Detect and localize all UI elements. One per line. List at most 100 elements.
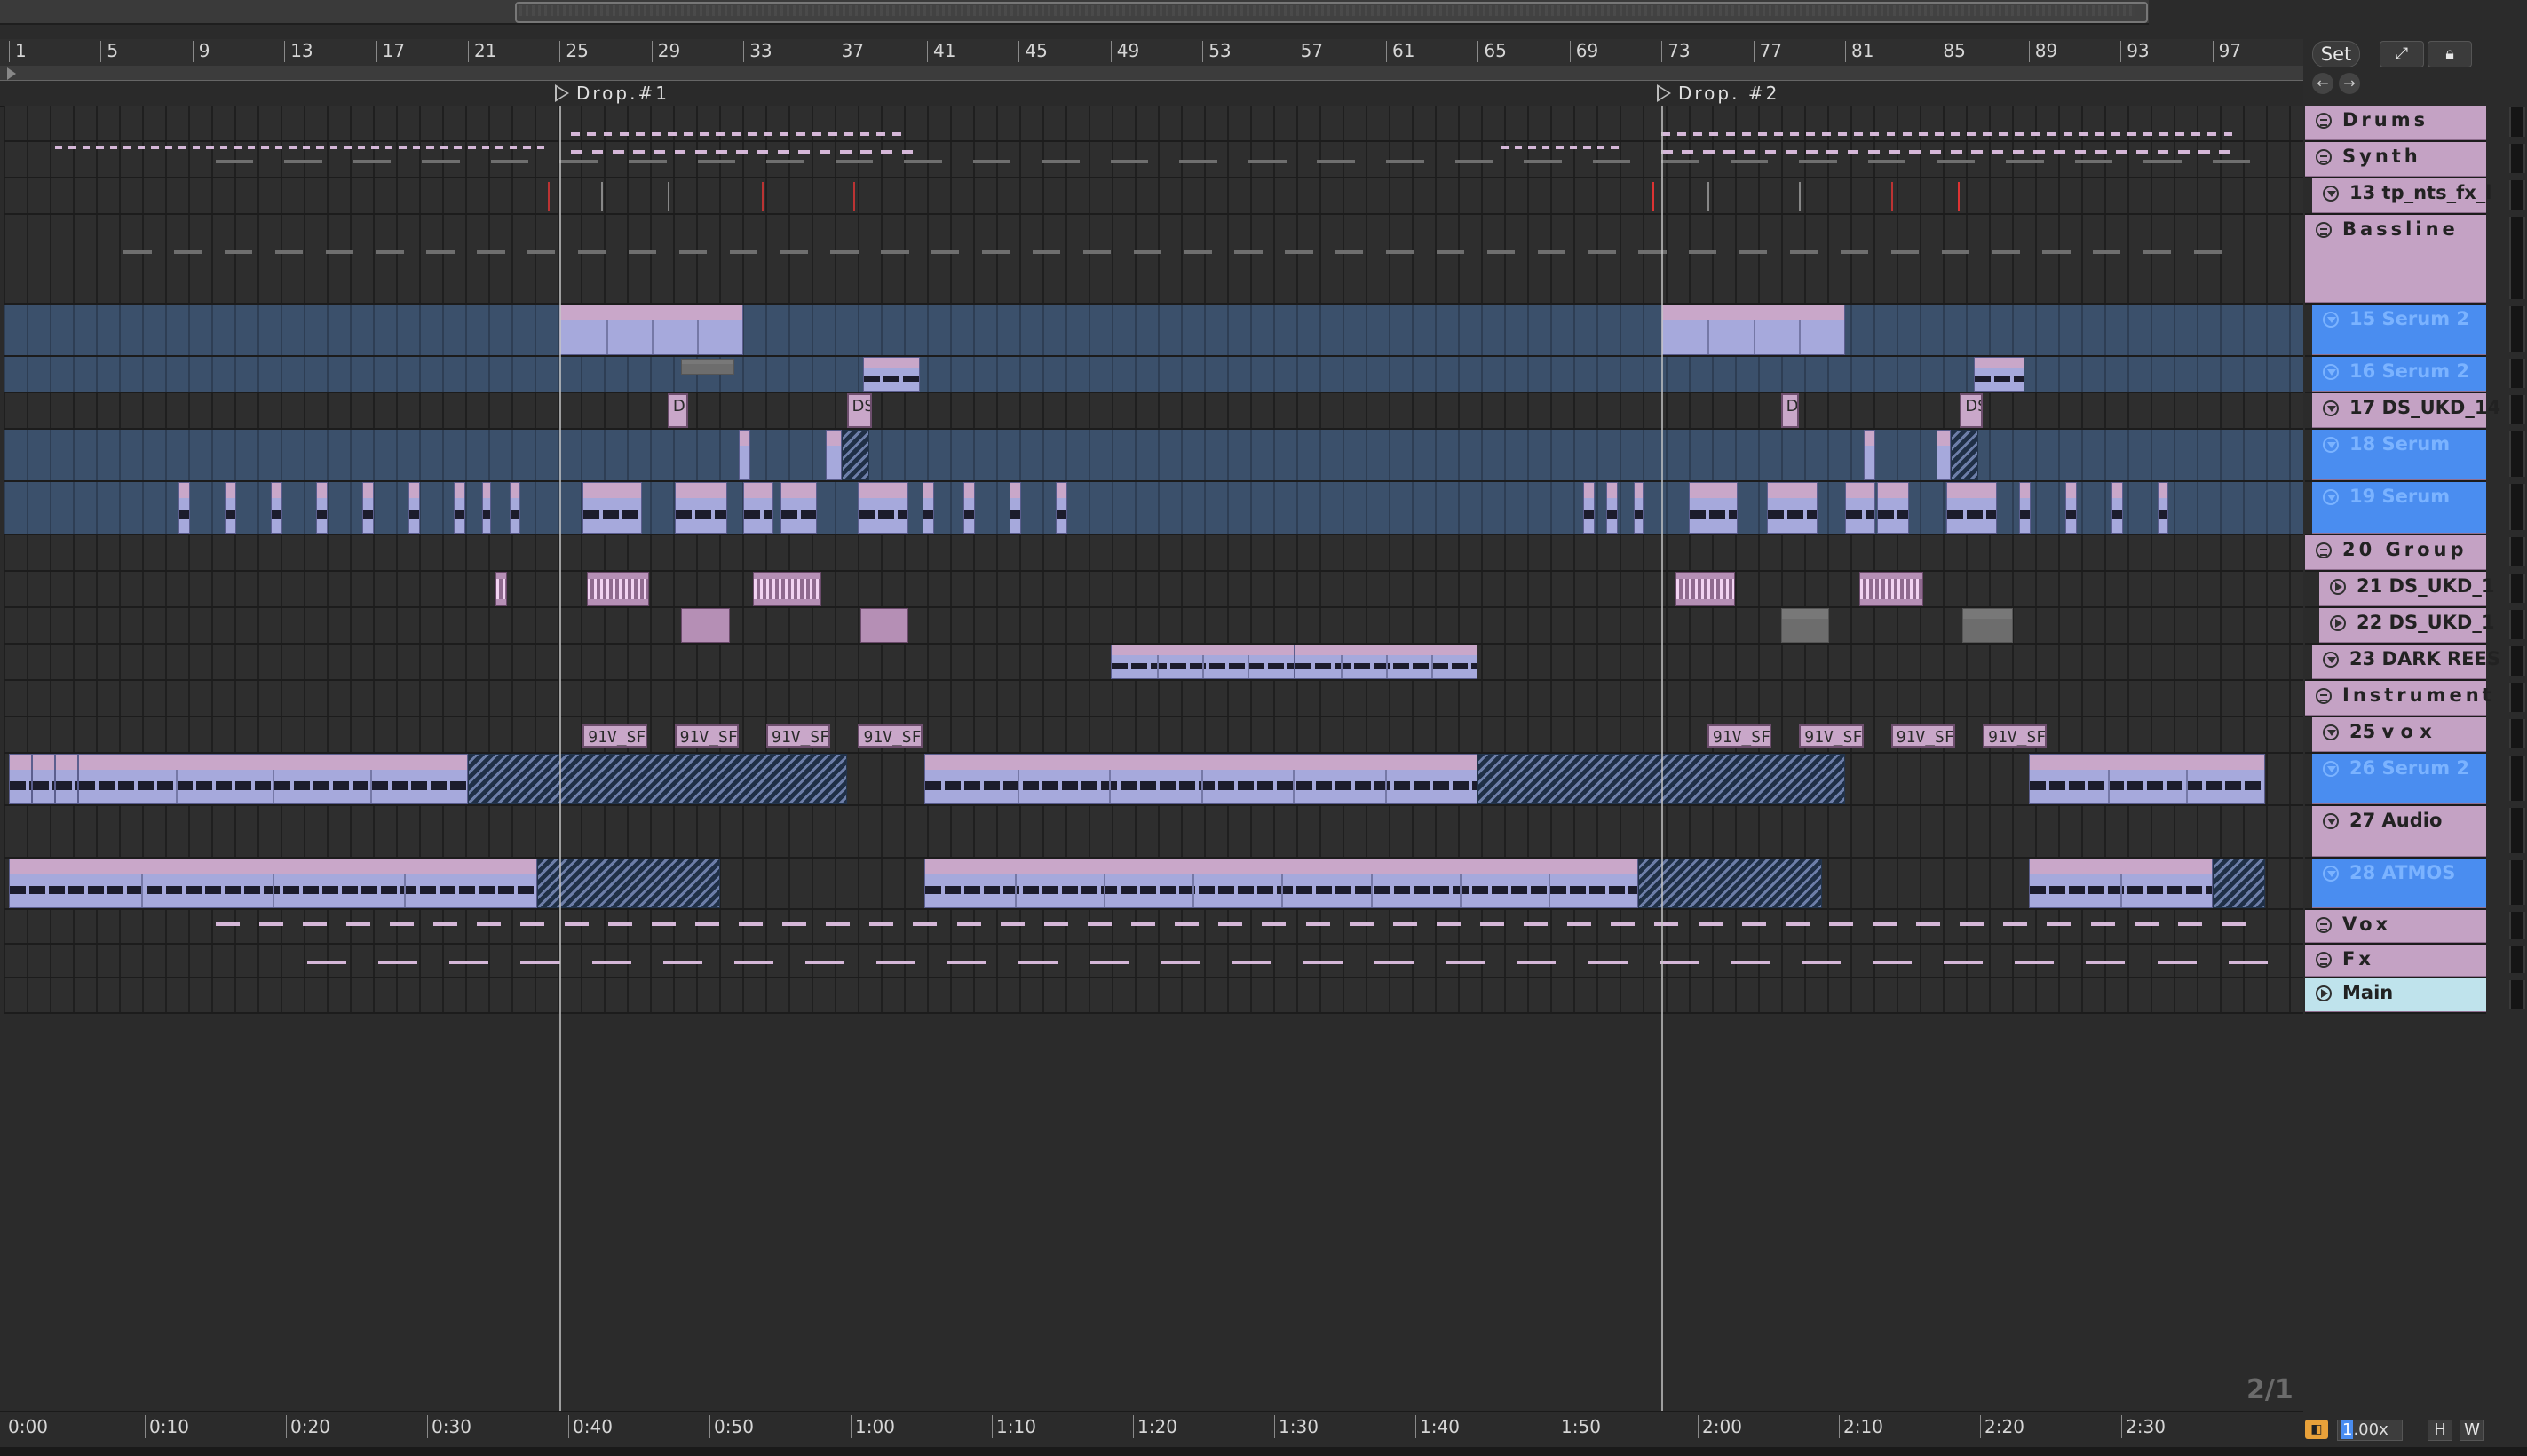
group-fold-icon[interactable] [2316, 542, 2332, 558]
track-header[interactable]: 28 ATMOS [2305, 859, 2525, 910]
track-fold-icon[interactable] [2323, 813, 2339, 829]
track-lane[interactable] [4, 978, 2303, 1014]
overview-strip[interactable] [0, 0, 2149, 25]
track-header[interactable]: 27 Audio [2305, 806, 2525, 859]
clip[interactable] [1638, 859, 1823, 908]
bar-ruler[interactable]: 1 5 9 13 17 21 25 29 33 37 41 45 49 53 57 61 65 69 73 77 81 8… [0, 39, 2303, 67]
clip[interactable] [178, 482, 191, 534]
clip[interactable] [1950, 430, 1978, 480]
clip[interactable] [559, 305, 744, 355]
track-header[interactable]: 21 DS_UKD_1 [2305, 572, 2525, 608]
track-lane[interactable] [4, 806, 2303, 859]
clip[interactable] [31, 754, 55, 804]
clip[interactable] [582, 482, 643, 534]
track-fold-icon[interactable] [2323, 400, 2339, 416]
clip[interactable] [1961, 608, 2013, 643]
vox-clip[interactable]: 91V_SF [582, 724, 647, 748]
track-fold-icon[interactable] [2323, 724, 2339, 740]
loop-brace-strip[interactable] [0, 66, 2303, 82]
locator-drop-1[interactable]: Drop.#1 [555, 83, 669, 104]
track-header-body[interactable]: 26 Serum 2 [2312, 754, 2486, 804]
clip[interactable] [1634, 482, 1644, 534]
audio-clip[interactable]: D [1780, 393, 1800, 428]
vox-clip[interactable]: 91V_SF [1890, 724, 1956, 748]
clip[interactable] [1010, 482, 1021, 534]
clip[interactable] [2111, 482, 2123, 534]
clip[interactable] [1845, 482, 1875, 534]
clip[interactable] [826, 430, 843, 480]
clip[interactable] [1055, 482, 1067, 534]
clip[interactable] [224, 482, 236, 534]
clip[interactable] [509, 482, 521, 534]
clip[interactable] [858, 482, 909, 534]
loop-start-marker-icon[interactable] [7, 67, 16, 80]
track-header[interactable]: 19 Serum [2305, 482, 2525, 535]
clip[interactable] [54, 754, 78, 804]
time-ruler[interactable]: 0:00 0:10 0:20 0:30 0:40 0:50 1:00 1:10 1:20 1:30… [0, 1411, 2303, 1444]
clip[interactable] [587, 572, 650, 606]
clip[interactable] [77, 754, 468, 804]
clip[interactable] [362, 482, 374, 534]
track-lane[interactable] [4, 393, 2303, 430]
track-fold-icon[interactable] [2330, 579, 2346, 595]
set-button[interactable]: Set [2312, 41, 2360, 67]
track-fold-icon[interactable] [2323, 437, 2339, 453]
clip[interactable] [1689, 482, 1738, 534]
clip[interactable] [1945, 482, 1997, 534]
clip[interactable] [752, 572, 822, 606]
track-header[interactable]: 22 DS_UKD_1 [2305, 608, 2525, 645]
track-header-body[interactable]: 25 v o x [2312, 717, 2486, 752]
track-lane[interactable] [4, 681, 2303, 717]
group-fold-icon[interactable] [2316, 113, 2332, 129]
track-fold-icon[interactable] [2323, 489, 2339, 505]
clip[interactable] [1675, 572, 1735, 606]
track-header-body[interactable]: 16 Serum 2 [2312, 357, 2486, 392]
clip[interactable] [674, 482, 728, 534]
track-header[interactable]: Drums [2305, 106, 2525, 142]
clip[interactable] [924, 859, 1639, 908]
clip[interactable] [1767, 482, 1818, 534]
track-header-body[interactable]: 27 Audio [2312, 806, 2486, 857]
track-lane[interactable] [4, 910, 2303, 945]
track-header-body[interactable]: 15 Serum 2 [2312, 305, 2486, 355]
vox-clip[interactable]: 91V_SF [1799, 724, 1864, 748]
clip[interactable] [780, 482, 817, 534]
clip[interactable] [924, 754, 1478, 804]
track-fold-icon[interactable] [2323, 312, 2339, 328]
track-header-body[interactable]: Drums [2305, 106, 2486, 140]
clip[interactable] [454, 482, 466, 534]
track-fold-icon[interactable] [2323, 761, 2339, 777]
clip[interactable] [2157, 482, 2169, 534]
zoom-field[interactable]: 1.00x [2337, 1420, 2403, 1441]
track-header-body[interactable]: 21 DS_UKD_1 [2319, 572, 2494, 606]
clip[interactable] [1294, 645, 1478, 679]
locator-drop-2[interactable]: Drop. #2 [1657, 83, 1779, 104]
track-lane[interactable] [4, 572, 2303, 608]
track-header[interactable]: 23 DARK REES [2305, 645, 2525, 681]
locator-strip[interactable] [0, 81, 2303, 107]
group-fold-icon[interactable] [2316, 917, 2332, 933]
clip[interactable] [1863, 430, 1875, 480]
track-lane[interactable] [4, 535, 2303, 572]
clip[interactable] [862, 357, 921, 392]
audio-clip[interactable]: DS [846, 393, 872, 428]
clip[interactable] [743, 482, 773, 534]
track-fold-icon[interactable] [2323, 186, 2339, 202]
vox-clip[interactable]: 91V_SF [858, 724, 923, 748]
arrow-left-icon[interactable]: ← [2312, 73, 2333, 94]
vox-clip[interactable]: 91V_SF [1707, 724, 1772, 748]
clip[interactable] [2065, 482, 2078, 534]
clip[interactable] [681, 608, 730, 643]
clip[interactable] [922, 482, 934, 534]
track-header-body[interactable]: 28 ATMOS [2312, 859, 2486, 908]
track-header[interactable]: 16 Serum 2 [2305, 357, 2525, 393]
lock-icon[interactable]: 🔒︎ [2428, 41, 2472, 67]
track-header[interactable]: 18 Serum [2305, 430, 2525, 482]
clip[interactable] [408, 482, 420, 534]
track-lane[interactable] [4, 717, 2303, 754]
track-header[interactable]: 26 Serum 2 [2305, 754, 2525, 806]
group-fold-icon[interactable] [2316, 149, 2332, 165]
overview-visible-range[interactable] [515, 2, 2148, 23]
track-fold-icon[interactable] [2330, 615, 2346, 631]
clip[interactable] [9, 754, 32, 804]
